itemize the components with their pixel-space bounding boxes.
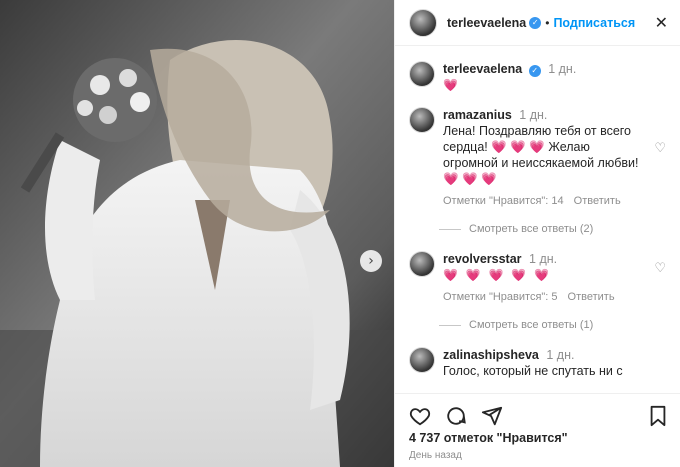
caption-username[interactable]: terleevaelena bbox=[443, 62, 522, 76]
comment-likes[interactable]: Отметки "Нравится": 14 bbox=[443, 193, 564, 209]
comments-list[interactable]: terleevaelena ✓ 1 дн. 💗 ramazanius 1 дн.… bbox=[395, 47, 680, 393]
view-replies-label: Смотреть все ответы (2) bbox=[469, 223, 594, 235]
comment-time: 1 дн. bbox=[519, 108, 548, 122]
author-username[interactable]: terleevaelena bbox=[447, 16, 526, 30]
post-date: День назад bbox=[409, 450, 462, 461]
share-icon[interactable] bbox=[481, 405, 503, 427]
comment-username[interactable]: zalinashipsheva bbox=[443, 348, 539, 362]
bookmark-icon[interactable] bbox=[648, 405, 668, 427]
post-side-panel: terleevaelena ✓ • Подписаться ✕ terleeva… bbox=[394, 0, 680, 467]
verified-icon: ✓ bbox=[528, 65, 541, 77]
separator-dot: • bbox=[545, 15, 550, 30]
comment: ramazanius 1 дн. Лена! Поздравляю тебя о… bbox=[409, 107, 668, 209]
like-icon[interactable] bbox=[409, 405, 431, 427]
comment: zalinashipsheva 1 дн. Голос, который не … bbox=[409, 347, 668, 379]
heart-outline-icon[interactable]: ♡ bbox=[654, 261, 666, 276]
next-photo-button[interactable]: › bbox=[360, 250, 382, 272]
reply-button[interactable]: Ответить bbox=[568, 289, 615, 305]
more-options-icon[interactable]: ✕ bbox=[655, 13, 668, 32]
view-replies[interactable]: Смотреть все ответы (1) bbox=[439, 319, 668, 331]
comment-text: 💗 💗 💗 💗 💗 bbox=[443, 268, 551, 282]
commenter-avatar[interactable] bbox=[409, 251, 435, 277]
instagram-post: › terleevaelena ✓ • Подписаться ✕ terlee… bbox=[0, 0, 680, 467]
author-avatar[interactable] bbox=[409, 8, 437, 37]
comment-text: Лена! Поздравляю тебя от всего сердца! 💗… bbox=[443, 124, 639, 186]
caption-text: 💗 bbox=[443, 78, 460, 92]
view-replies-label: Смотреть все ответы (1) bbox=[469, 319, 594, 331]
post-photo[interactable]: › bbox=[0, 0, 394, 467]
view-replies[interactable]: Смотреть все ответы (2) bbox=[439, 223, 668, 235]
comment-time: 1 дн. bbox=[529, 252, 558, 266]
comment-likes[interactable]: Отметки "Нравится": 5 bbox=[443, 289, 558, 305]
follow-button[interactable]: Подписаться bbox=[553, 16, 635, 30]
comment: revolversstar 1 дн. 💗 💗 💗 💗 💗 Отметки "Н… bbox=[409, 251, 668, 305]
caption-time: 1 дн. bbox=[548, 62, 577, 76]
reply-button[interactable]: Ответить bbox=[574, 193, 621, 209]
comment-username[interactable]: revolversstar bbox=[443, 252, 522, 266]
comment-username[interactable]: ramazanius bbox=[443, 108, 512, 122]
comment-text: Голос, который не спутать ни с bbox=[443, 364, 623, 378]
bride-photo-illustration bbox=[0, 0, 394, 467]
comment-icon[interactable] bbox=[445, 405, 467, 427]
verified-icon: ✓ bbox=[529, 16, 542, 29]
comment-time: 1 дн. bbox=[546, 348, 575, 362]
caption: terleevaelena ✓ 1 дн. 💗 bbox=[409, 61, 668, 93]
commenter-avatar[interactable] bbox=[409, 347, 435, 373]
commenter-avatar[interactable] bbox=[409, 107, 435, 133]
heart-outline-icon[interactable]: ♡ bbox=[654, 141, 666, 156]
caption-avatar[interactable] bbox=[409, 61, 435, 87]
likes-count[interactable]: 4 737 отметок "Нравится" bbox=[409, 431, 568, 445]
post-header: terleevaelena ✓ • Подписаться ✕ bbox=[395, 0, 680, 46]
